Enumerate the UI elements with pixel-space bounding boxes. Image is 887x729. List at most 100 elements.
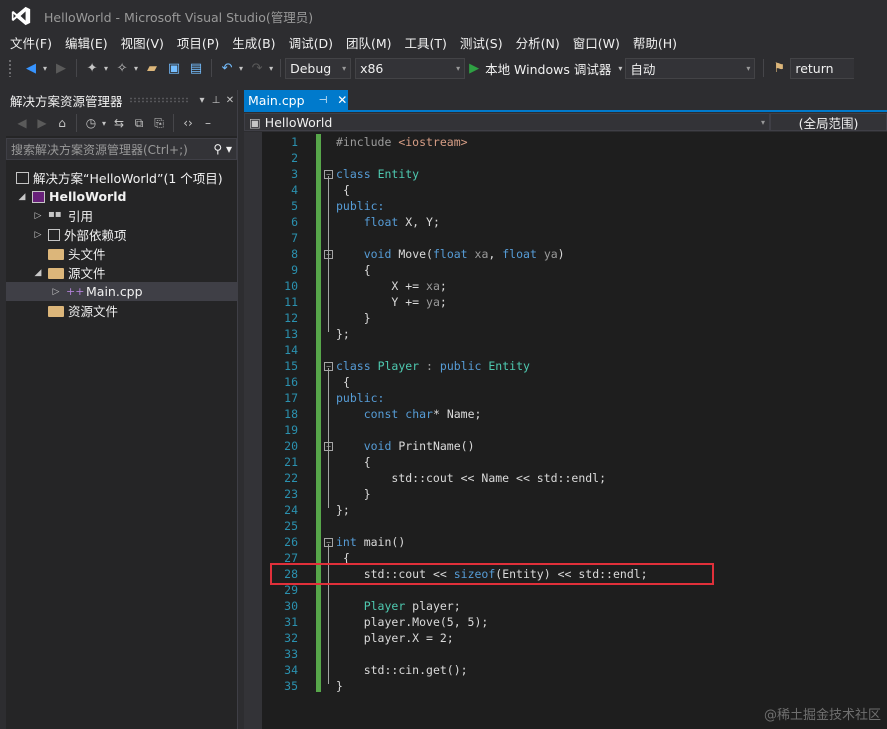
tree-item-header-files[interactable]: 头文件 (6, 244, 237, 263)
fold-guide (328, 368, 329, 508)
panel-grip (128, 97, 189, 103)
undo-dropdown-icon[interactable]: ▾ (239, 64, 243, 73)
code-line: 16 { (284, 375, 350, 389)
start-debugger-button[interactable]: ▶ 本地 Windows 调试器 (469, 59, 611, 78)
debugger-dropdown-icon[interactable]: ▾ (618, 64, 622, 73)
tab-main-cpp[interactable]: Main.cpp ⊣ ✕ (244, 90, 348, 110)
close-icon[interactable]: ✕ (337, 93, 347, 107)
menu-window[interactable]: 窗口(W) (567, 33, 627, 52)
open-folder-icon (48, 268, 64, 279)
code-line: 24}; (284, 503, 350, 517)
menu-debug[interactable]: 调试(D) (283, 33, 340, 52)
menu-edit[interactable]: 编辑(E) (59, 33, 115, 52)
menu-help[interactable]: 帮助(H) (627, 33, 684, 52)
code-line: 15− class Player : public Entity (284, 359, 530, 373)
home-icon[interactable]: ⌂ (52, 112, 72, 134)
find-icon[interactable]: ⚑ (768, 57, 790, 79)
solution-explorer-panel: 解决方案资源管理器 ▾ ⊥ ✕ ◀ ▶ ⌂ ◷ ▾ ⇆ ⧉ ⎘ ‹› – 搜索解… (6, 90, 238, 729)
open-folder-icon[interactable]: ▰ (141, 57, 163, 79)
code-line: 11 Y += ya; (284, 295, 447, 309)
tree-item-solution[interactable]: 解决方案“HelloWorld”(1 个项目) (6, 168, 237, 187)
tree-item-label: 外部依赖项 (64, 228, 127, 243)
chevron-down-icon: ▾ (342, 63, 347, 73)
tree-item-source-files[interactable]: ◢ 源文件 (6, 263, 237, 282)
collapse-all-icon[interactable]: ⧉ (129, 112, 149, 134)
forward-icon[interactable]: ▶ (50, 57, 72, 79)
toolbar-separator (76, 59, 78, 77)
tree-item-label: Main.cpp (86, 284, 143, 299)
pin-icon[interactable]: ⊣ (319, 95, 328, 106)
code-line: 3− class Entity (291, 167, 420, 181)
menu-test[interactable]: 测试(S) (454, 33, 510, 52)
history-icon[interactable]: ◷ (81, 112, 101, 134)
menu-project[interactable]: 项目(P) (171, 33, 226, 52)
search-icon[interactable]: ⚲ ▾ (213, 142, 232, 156)
history-dropdown-icon[interactable]: ▾ (102, 119, 106, 128)
solution-explorer-toolbar: ◀ ▶ ⌂ ◷ ▾ ⇆ ⧉ ⎘ ‹› – (6, 110, 237, 136)
sync-icon[interactable]: ⇆ (109, 112, 129, 134)
save-icon[interactable]: ▣ (163, 57, 185, 79)
configuration-select[interactable]: Debug ▾ (285, 57, 352, 79)
save-all-icon[interactable]: ▤ (185, 57, 207, 79)
tree-item-external-deps[interactable]: ▷ 外部依赖项 (6, 225, 237, 244)
solution-explorer-header[interactable]: 解决方案资源管理器 ▾ ⊥ ✕ (6, 90, 237, 110)
code-line: 10 X += xa; (284, 279, 447, 293)
toolbar-grip[interactable] (8, 59, 12, 77)
menu-view[interactable]: 视图(V) (115, 33, 171, 52)
undo-icon[interactable]: ↶ (216, 57, 238, 79)
show-all-files-icon[interactable]: ⎘ (149, 112, 169, 134)
back-dropdown-icon[interactable]: ▾ (43, 64, 47, 73)
expanded-arrow-icon[interactable]: ◢ (32, 268, 44, 278)
code-line: 13}; (284, 327, 350, 341)
code-line: 33 (284, 647, 298, 661)
new-project-icon[interactable]: ✦ (81, 57, 103, 79)
more-icon[interactable]: – (198, 112, 218, 134)
menu-team[interactable]: 团队(M) (340, 33, 399, 52)
find-value: return (795, 60, 834, 76)
solution-search-input[interactable]: 搜索解决方案资源管理器(Ctrl+;) ⚲ ▾ (6, 138, 237, 160)
tab-label: Main.cpp (248, 92, 305, 108)
menu-file[interactable]: 文件(F) (4, 33, 59, 52)
code-view-icon[interactable]: ‹› (178, 112, 198, 134)
code-editor[interactable]: 1 #include <iostream> 2 3− class Entity 4 … (244, 132, 887, 729)
toolbar-separator (280, 59, 282, 77)
collapsed-arrow-icon[interactable]: ▷ (50, 287, 62, 297)
pin-icon[interactable]: ⊥ (209, 95, 223, 106)
menu-tools[interactable]: 工具(T) (399, 33, 454, 52)
solution-icon (16, 171, 29, 184)
auto-select[interactable]: 自动 ▾ (625, 57, 756, 79)
member-scope-select[interactable]: (全局范围) (770, 113, 887, 131)
platform-select[interactable]: x86 ▾ (355, 57, 466, 79)
redo-icon[interactable]: ↷ (246, 57, 268, 79)
find-input[interactable]: return (790, 57, 855, 79)
standard-toolbar: ◀ ▾ ▶ ✦ ▾ ✧ ▾ ▰ ▣ ▤ ↶ ▾ ↷ ▾ Debug ▾ x86 … (0, 54, 887, 82)
title-bar: HelloWorld - Microsoft Visual Studio(管理员… (0, 0, 887, 32)
back-icon[interactable]: ◀ (12, 112, 32, 134)
back-icon[interactable]: ◀ (20, 57, 42, 79)
project-scope-select[interactable]: ▣ HelloWorld ▾ (244, 113, 770, 131)
references-icon: ▪▪ (48, 208, 62, 220)
tree-item-references[interactable]: ▷ ▪▪ 引用 (6, 206, 237, 225)
tree-item-resource-files[interactable]: 资源文件 (6, 301, 237, 320)
external-dependencies-icon (48, 228, 60, 241)
collapsed-arrow-icon[interactable]: ▷ (32, 211, 44, 221)
toolbar-separator (763, 59, 765, 77)
add-item-icon[interactable]: ✧ (111, 57, 133, 79)
tree-item-main-cpp[interactable]: ▷ ++ Main.cpp (6, 282, 237, 301)
redo-dropdown-icon[interactable]: ▾ (269, 64, 273, 73)
code-line: 8− void Move(float xa, float ya) (291, 247, 565, 261)
forward-icon[interactable]: ▶ (32, 112, 52, 134)
tree-item-project[interactable]: ◢ HelloWorld (6, 187, 237, 206)
expanded-arrow-icon[interactable]: ◢ (16, 192, 28, 202)
close-icon[interactable]: ✕ (223, 95, 237, 106)
add-item-dropdown-icon[interactable]: ▾ (134, 64, 138, 73)
code-line: 32 player.X = 2; (284, 631, 454, 645)
code-line: 4 { (291, 183, 350, 197)
collapsed-arrow-icon[interactable]: ▷ (32, 230, 44, 240)
menu-analyze[interactable]: 分析(N) (510, 33, 567, 52)
code-line: 26− int main() (284, 535, 406, 549)
new-project-dropdown-icon[interactable]: ▾ (104, 64, 108, 73)
tree-item-label: 解决方案“HelloWorld”(1 个项目) (33, 171, 223, 186)
panel-menu-icon[interactable]: ▾ (195, 95, 209, 106)
menu-build[interactable]: 生成(B) (226, 33, 282, 52)
